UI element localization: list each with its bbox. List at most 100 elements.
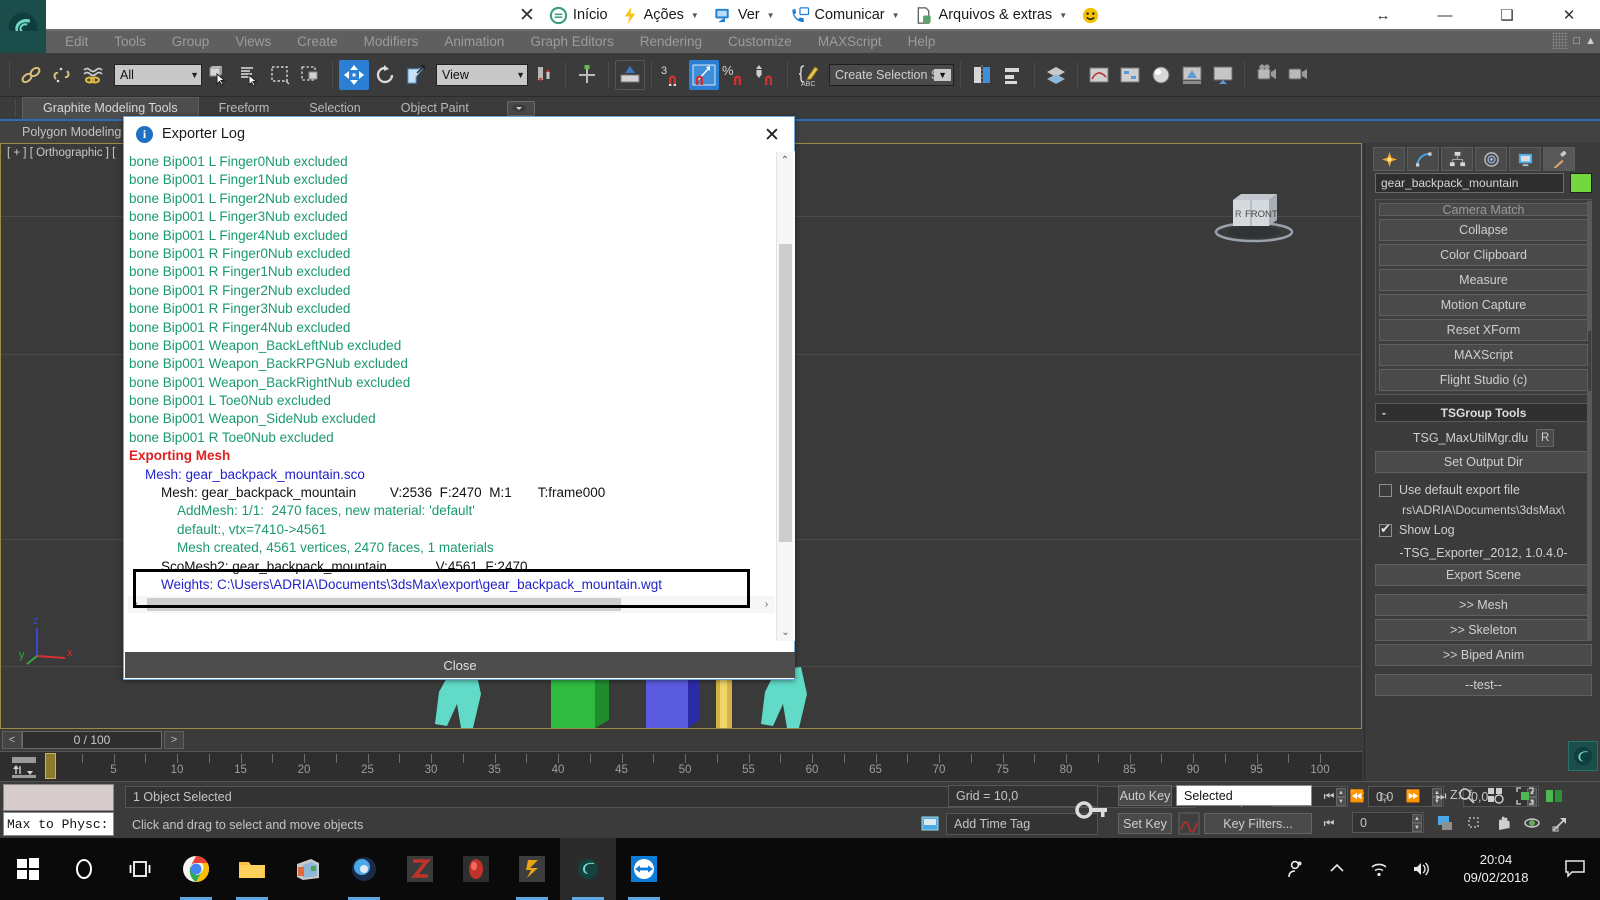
lock-icon[interactable] — [1204, 788, 1220, 807]
mirror-icon[interactable] — [967, 60, 997, 90]
close-icon[interactable]: ✕ — [1538, 0, 1600, 30]
select-and-link-icon[interactable] — [16, 60, 46, 90]
checkbox-box[interactable] — [1379, 483, 1392, 497]
scroll-up-icon[interactable]: ⌃ — [777, 152, 793, 169]
use-default-export-file-checkbox[interactable]: Use default export file — [1375, 480, 1592, 500]
bind-to-space-warp-icon[interactable] — [78, 60, 108, 90]
scroll-down-icon[interactable]: ⌄ — [777, 624, 794, 641]
task-view-button[interactable] — [112, 838, 168, 900]
utility-button-flight-studio[interactable]: Flight Studio (c) — [1379, 369, 1588, 391]
export-mesh-button[interactable]: >> Mesh — [1375, 594, 1592, 616]
teamviewer-item-acoes[interactable]: Ações ▼ — [615, 0, 706, 30]
minimize-icon[interactable]: — — [1414, 0, 1476, 30]
curve-editor-icon[interactable] — [1084, 60, 1114, 90]
track-bar[interactable]: 0510152025303540455055606570758085909510… — [0, 751, 1362, 781]
maximize-icon[interactable]: ❑ — [1476, 0, 1538, 30]
next-frame-button[interactable]: > — [164, 731, 184, 749]
taskbar-clock[interactable]: 20:04 09/02/2018 — [1442, 838, 1550, 900]
rollout-collapse-toggle[interactable]: - — [1382, 406, 1386, 420]
time-slider-handle[interactable] — [45, 753, 56, 779]
coord-z-field[interactable]: 0,0 ▲ ▼ — [1463, 786, 1539, 807]
export-skeleton-button[interactable]: >> Skeleton — [1375, 619, 1592, 641]
selection-filter-dropdown[interactable]: All ▼ — [114, 63, 202, 86]
taskbar-app-chrome[interactable] — [168, 838, 224, 900]
current-frame-field[interactable]: 0 / 100 — [22, 731, 162, 749]
open-mini-curve-editor-icon[interactable] — [8, 756, 42, 778]
percent-snap-toggle-icon[interactable]: % — [720, 60, 750, 90]
utility-button-measure[interactable]: Measure — [1379, 269, 1588, 291]
modify-tab-icon[interactable] — [1407, 147, 1439, 171]
resize-icon[interactable]: ↔ — [1352, 0, 1414, 30]
taskbar-app-zbrush[interactable] — [392, 838, 448, 900]
coord-z-spinner[interactable]: ▲ ▼ — [1527, 788, 1537, 806]
render-iterative-icon[interactable] — [1282, 60, 1312, 90]
motion-tab-icon[interactable] — [1475, 147, 1507, 171]
taskbar-app-sublime-text[interactable] — [504, 838, 560, 900]
absolute-relative-icon[interactable] — [1232, 788, 1251, 807]
taskbar-app-file-explorer[interactable] — [224, 838, 280, 900]
render-setup-icon[interactable] — [1177, 60, 1207, 90]
close-icon[interactable]: ✕ — [758, 122, 786, 148]
teamviewer-item-arquivos-extras[interactable]: Arquivos & extras ▼ — [907, 0, 1075, 30]
teamviewer-item-comunicar[interactable]: Comunicar ▼ — [782, 0, 907, 30]
layer-manager-icon[interactable] — [1041, 60, 1071, 90]
wifi-icon[interactable] — [1358, 838, 1400, 900]
scroll-right-icon[interactable]: › — [758, 596, 775, 613]
taskbar-app-3ds-max[interactable] — [560, 838, 616, 900]
prev-frame-button[interactable]: < — [2, 731, 22, 749]
angle-snap-toggle-icon[interactable]: 3 — [658, 60, 688, 90]
coord-y-spinner[interactable]: ▲ ▼ — [1432, 788, 1442, 806]
schematic-view-icon[interactable] — [1115, 60, 1145, 90]
select-and-scale-icon[interactable] — [401, 60, 431, 90]
toolbar-grip[interactable] — [9, 61, 10, 88]
snaps-toggle-icon[interactable] — [689, 59, 719, 90]
menu-item-tools[interactable]: Tools — [101, 31, 159, 53]
menu-item-create[interactable]: Create — [284, 31, 351, 53]
exporter-log-body[interactable]: bone Bip001 L Finger0Nub excluded bone Bi… — [125, 151, 795, 641]
coord-y-field[interactable]: 0,0 ▲ ▼ — [1368, 786, 1444, 807]
utility-button-camera-match[interactable]: Camera Match — [1379, 203, 1588, 216]
teamviewer-item-smiley[interactable] — [1074, 0, 1107, 30]
select-by-name-icon[interactable] — [234, 60, 264, 90]
align-objects-icon[interactable] — [998, 60, 1028, 90]
hierarchy-tab-icon[interactable] — [1441, 147, 1473, 171]
taskbar-app-teamviewer[interactable] — [616, 838, 672, 900]
use-pivot-point-center-icon[interactable] — [529, 60, 559, 90]
align-icon[interactable] — [615, 59, 645, 90]
viewport-label[interactable]: [ + ] [ Orthographic ] [ — [7, 147, 115, 159]
rendered-frame-window-icon[interactable] — [1208, 60, 1238, 90]
menu-item-maxscript[interactable]: MAXScript — [805, 31, 895, 53]
menu-item-customize[interactable]: Customize — [715, 31, 805, 53]
utility-button-maxscript[interactable]: MAXScript — [1379, 344, 1588, 366]
plugin-reload-button[interactable]: R — [1536, 429, 1555, 447]
utility-button-collapse[interactable]: Collapse — [1379, 219, 1588, 241]
menu-item-rendering[interactable]: Rendering — [627, 31, 715, 53]
scrollbar-thumb[interactable] — [779, 244, 792, 542]
export-biped-anim-button[interactable]: >> Biped Anim — [1375, 644, 1592, 666]
action-center-icon[interactable] — [1550, 838, 1600, 900]
object-name-field[interactable]: gear_backpack_mountain — [1375, 173, 1564, 193]
chevron-up-icon[interactable]: ▲ — [1585, 35, 1596, 47]
expand-icon[interactable]: □ — [1573, 35, 1580, 47]
start-button[interactable] — [0, 838, 56, 900]
ribbon-grip[interactable] — [15, 99, 16, 117]
coord-x-field[interactable]: 0,0 ▲ ▼ — [1272, 786, 1348, 807]
menu-item-help[interactable]: Help — [895, 31, 949, 53]
display-tab-icon[interactable] — [1509, 147, 1541, 171]
utility-button-reset-xform[interactable]: Reset XForm — [1379, 319, 1588, 341]
show-log-checkbox[interactable]: Show Log — [1375, 520, 1592, 540]
reference-coordinate-system-dropdown[interactable]: View ▼ — [436, 63, 528, 86]
test-button[interactable]: --test-- — [1375, 674, 1592, 696]
cortana-search-button[interactable] — [56, 838, 112, 900]
menu-item-edit[interactable]: Edit — [52, 31, 101, 53]
use-selection-center-icon[interactable] — [572, 60, 602, 90]
object-color-swatch[interactable] — [1570, 173, 1592, 193]
render-production-icon[interactable] — [1251, 60, 1281, 90]
named-selection-set-dropdown[interactable]: Create Selection Se ▼ — [829, 63, 954, 86]
create-tab-icon[interactable] — [1373, 147, 1405, 171]
people-icon[interactable] — [1274, 838, 1316, 900]
show-hidden-icons-icon[interactable] — [1316, 838, 1358, 900]
menu-item-group[interactable]: Group — [159, 31, 223, 53]
select-and-move-icon[interactable] — [339, 59, 369, 90]
unlink-selection-icon[interactable] — [47, 60, 77, 90]
